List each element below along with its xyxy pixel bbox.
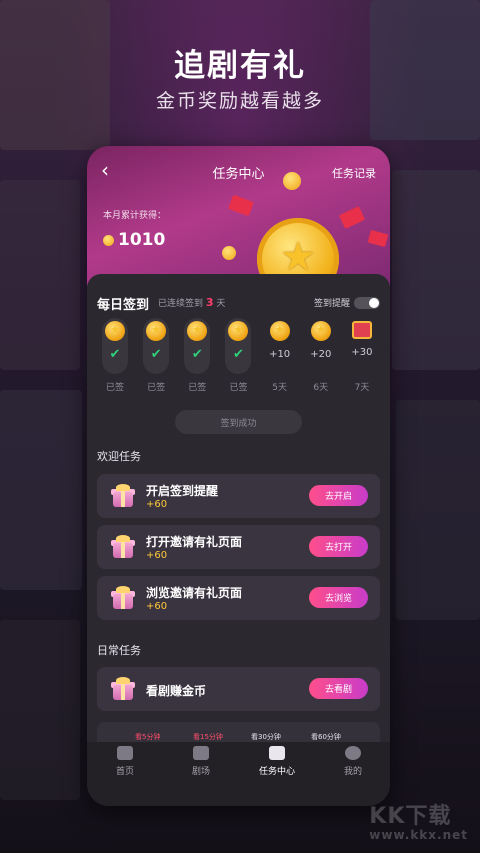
- sign-in-day: +10 5天: [266, 318, 294, 393]
- poster-thumbnail: [392, 170, 480, 370]
- sign-in-day: ✔ 已签: [101, 318, 129, 393]
- profile-icon: [345, 746, 361, 760]
- sign-in-reminder: 签到提醒: [314, 296, 380, 309]
- tab-home[interactable]: 首页: [95, 746, 155, 777]
- watch-step: 看30分钟: [251, 733, 281, 741]
- check-icon: ✔: [191, 347, 203, 362]
- gift-icon: [111, 535, 135, 559]
- day-label: 6天: [313, 383, 329, 393]
- tab-profile[interactable]: 我的: [323, 746, 383, 777]
- tab-label: 我的: [343, 767, 362, 777]
- phone-screen: ‹ 任务中心 任务记录 本月累计获得： 1010 ★ 每日签到 已连续签到 3 …: [87, 146, 390, 806]
- watch-step: 看15分钟: [193, 733, 223, 741]
- poster-thumbnail: [396, 400, 480, 620]
- day-label: 7天: [354, 383, 370, 393]
- streak-suffix: 天: [216, 299, 226, 309]
- tab-label: 任务中心: [258, 767, 295, 777]
- task-name: 开启签到提醒: [146, 484, 219, 498]
- promo-subline: 金币奖励越看越多: [155, 90, 324, 112]
- task-name: 看剧赚金币: [146, 684, 207, 698]
- task-name: 浏览邀请有礼页面: [146, 586, 243, 600]
- gift-icon: [111, 677, 135, 701]
- check-icon: ✔: [109, 347, 121, 362]
- watch-step: 看5分钟: [135, 733, 161, 741]
- gift-icon: [111, 484, 135, 508]
- day-reward: +20: [310, 349, 332, 360]
- reminder-label: 签到提醒: [313, 299, 350, 309]
- promo-headline: 追剧有礼: [174, 48, 306, 84]
- poster-thumbnail: [0, 180, 80, 370]
- task-record-link[interactable]: 任务记录: [332, 165, 376, 181]
- task-action-button[interactable]: 去打开: [309, 536, 368, 557]
- day-label: 已签: [188, 383, 207, 393]
- task-action-button[interactable]: 去开启: [309, 485, 368, 506]
- day-reward: +30: [351, 347, 373, 358]
- check-icon: ✔: [233, 347, 244, 362]
- day-label: 已签: [229, 383, 248, 393]
- task-center-header: ‹ 任务中心 任务记录 本月累计获得： 1010 ★: [87, 146, 390, 300]
- daily-tasks-title: 日常任务: [97, 644, 141, 657]
- watch-step: 看60分钟: [311, 733, 341, 741]
- sign-in-day: ✔ 已签: [224, 318, 252, 393]
- site-watermark: KK下载 www.kkx.net: [369, 798, 468, 842]
- streak-prefix: 已连续签到: [158, 299, 204, 309]
- task-reward: +60: [146, 601, 168, 612]
- check-icon: ✔: [150, 347, 162, 362]
- coin-icon: [283, 172, 301, 190]
- gift-icon: [269, 746, 285, 760]
- earnings-value: 1010: [118, 230, 166, 250]
- reminder-toggle[interactable]: [354, 296, 380, 309]
- red-envelope-icon: [367, 229, 389, 248]
- coin-icon: [105, 321, 125, 341]
- welcome-tasks-title: 欢迎任务: [97, 450, 141, 463]
- sign-in-days: ✔ 已签 ✔ 已签 ✔ 已签 ✔ 已签 +10 5天 +20 6天 +30 7天: [101, 318, 376, 393]
- home-icon: [117, 746, 133, 760]
- sign-in-success-button[interactable]: 签到成功: [175, 410, 302, 434]
- day-label: 已签: [105, 383, 124, 393]
- sign-in-day: ✔ 已签: [183, 318, 211, 393]
- poster-thumbnail: [0, 620, 80, 800]
- task-card: 看剧赚金币 去看剧: [97, 667, 380, 711]
- play-icon: [193, 746, 209, 760]
- task-reward: +60: [146, 550, 168, 561]
- coin-icon: [222, 246, 236, 260]
- coin-icon: [146, 321, 167, 341]
- monthly-earnings-amount: 1010: [103, 230, 165, 250]
- watermark-main: KK下载: [369, 804, 452, 829]
- task-card: 浏览邀请有礼页面 +60 去浏览: [97, 576, 380, 620]
- day-reward: +10: [269, 349, 291, 360]
- day-label: 5天: [272, 383, 287, 393]
- sign-in-day: +20 6天: [307, 318, 335, 393]
- sign-in-streak: 已连续签到 3 天: [158, 296, 225, 309]
- tab-task-center[interactable]: 任务中心: [247, 746, 307, 777]
- daily-sign-in-title: 每日签到: [97, 298, 150, 313]
- poster-thumbnail: [0, 390, 82, 590]
- watermark-sub: www.kkx.net: [369, 828, 468, 842]
- tab-theater[interactable]: 剧场: [171, 746, 231, 777]
- coin-icon: [103, 234, 114, 246]
- task-name: 打开邀请有礼页面: [146, 535, 243, 549]
- task-card: 开启签到提醒 +60 去开启: [97, 474, 380, 518]
- coin-icon: [187, 321, 208, 341]
- treasure-chest-icon: [351, 321, 372, 339]
- task-action-button[interactable]: 去浏览: [309, 587, 368, 608]
- day-label: 已签: [147, 383, 166, 393]
- monthly-earnings-label: 本月累计获得：: [103, 211, 167, 221]
- task-action-button[interactable]: 去看剧: [309, 678, 368, 699]
- coin-icon: [310, 321, 331, 341]
- red-envelope-icon: [338, 206, 366, 229]
- red-envelope-icon: [228, 194, 254, 217]
- task-reward: +60: [146, 499, 168, 510]
- gift-icon: [111, 586, 135, 610]
- tab-label: 首页: [115, 767, 134, 777]
- coin-icon: [269, 321, 290, 341]
- sign-in-day: +30 7天: [348, 318, 376, 393]
- sign-in-day: ✔ 已签: [142, 318, 170, 393]
- coin-icon: [228, 321, 249, 341]
- tab-label: 剧场: [191, 767, 210, 777]
- task-card: 打开邀请有礼页面 +60 去打开: [97, 525, 380, 569]
- streak-days: 3: [205, 296, 214, 309]
